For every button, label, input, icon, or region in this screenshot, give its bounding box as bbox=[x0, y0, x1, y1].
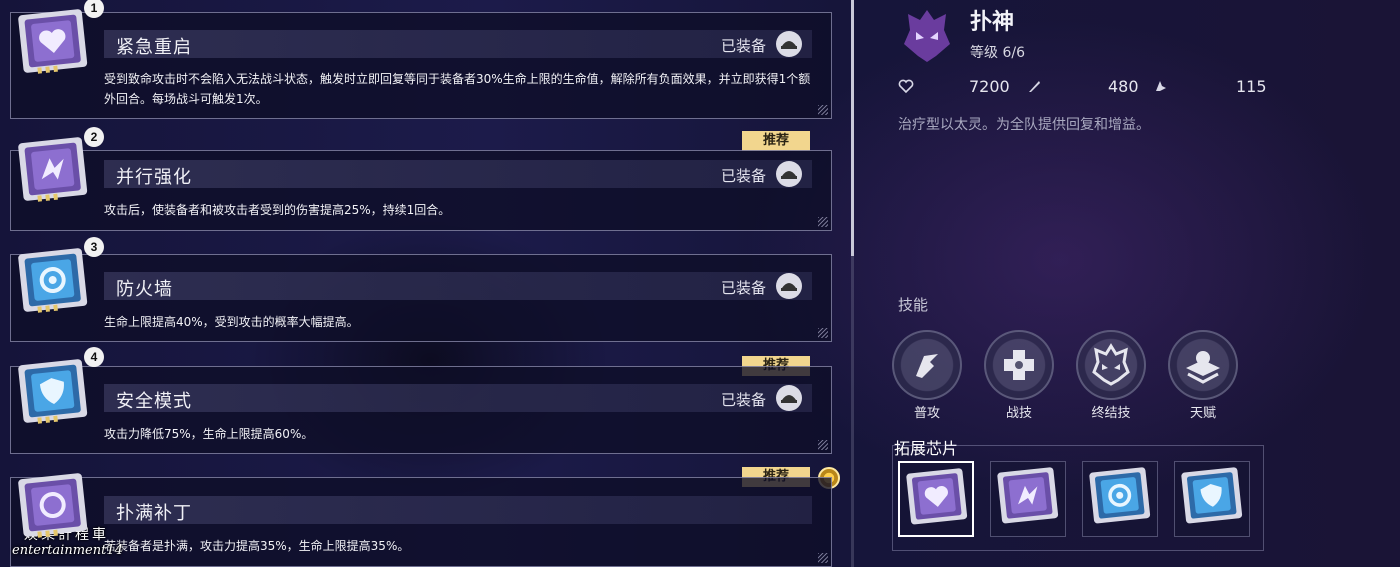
hp-icon bbox=[898, 78, 914, 94]
chip-name: 扑满补丁 bbox=[116, 503, 192, 524]
chip-name-bar: 防火墙 已装备 bbox=[104, 272, 812, 300]
ext-slot-firewall-chip-icon[interactable] bbox=[1082, 461, 1158, 537]
ultimate-mask-icon[interactable] bbox=[1076, 330, 1146, 400]
talent-icon[interactable] bbox=[1168, 330, 1238, 400]
shield-chip-icon[interactable] bbox=[11, 356, 95, 432]
equipped-status: 已装备 bbox=[720, 391, 766, 409]
attack-icon bbox=[1026, 78, 1042, 94]
heal-cross-icon[interactable] bbox=[984, 330, 1054, 400]
chip-description: 攻击力降低75%，生命上限提高60%。 bbox=[104, 427, 314, 441]
skill-label: 终结技 bbox=[1091, 406, 1131, 421]
skill-label: 战技 bbox=[1005, 406, 1032, 421]
chip-number-badge: 3 bbox=[84, 237, 104, 257]
recommend-tag: 推荐 bbox=[742, 131, 810, 151]
chip-name-bar: 紧急重启 已装备 bbox=[104, 30, 812, 58]
chip-name: 安全模式 bbox=[116, 391, 192, 412]
hp-value: 7200 bbox=[969, 77, 1010, 96]
unequip-icon[interactable] bbox=[776, 31, 802, 57]
ext-slot-boost-chip-icon[interactable] bbox=[990, 461, 1066, 537]
equipped-status: 已装备 bbox=[720, 279, 766, 297]
attack-value: 480 bbox=[1108, 77, 1139, 96]
unequip-icon[interactable] bbox=[776, 273, 802, 299]
character-panel: 扑神 等级 6/6 7200 480 115 治疗型以太灵。为全队提供回复和增益… bbox=[870, 0, 1400, 567]
chip-name-bar: 并行强化 已装备 bbox=[104, 160, 812, 188]
unequip-icon[interactable] bbox=[776, 385, 802, 411]
ext-slot-shield-chip-icon[interactable] bbox=[1174, 461, 1250, 537]
skill-label: 天赋 bbox=[1189, 406, 1216, 421]
character-name: 扑神 bbox=[970, 10, 1015, 35]
firewall-chip-icon[interactable] bbox=[11, 245, 95, 321]
chip-description: 若装备者是扑满，攻击力提高35%，生命上限提高35%。 bbox=[104, 539, 410, 553]
chip-number-badge: 2 bbox=[84, 127, 104, 147]
boost-chip-icon[interactable] bbox=[11, 134, 95, 210]
character-description: 治疗型以太灵。为全队提供回复和增益。 bbox=[898, 117, 1150, 133]
speed-value: 115 bbox=[1236, 77, 1267, 96]
character-level: 等级 6/6 bbox=[970, 45, 1025, 61]
chip-number-badge: 4 bbox=[84, 347, 104, 367]
equipped-status: 已装备 bbox=[720, 167, 766, 185]
patch-chip-icon[interactable] bbox=[11, 470, 95, 546]
skill-label: 普攻 bbox=[913, 406, 940, 421]
chip-description: 生命上限提高40%，受到攻击的概率大幅提高。 bbox=[104, 315, 359, 329]
chip-description: 受到致命攻击时不会陷入无法战斗状态，触发时立即回复等同于装备者30%生命上限的生… bbox=[104, 72, 811, 106]
chip-name: 并行强化 bbox=[116, 167, 192, 188]
basic-attack-icon[interactable] bbox=[892, 330, 962, 400]
equipped-status: 已装备 bbox=[720, 37, 766, 55]
unequip-icon[interactable] bbox=[776, 161, 802, 187]
chip-name-bar: 扑满补丁 bbox=[104, 496, 812, 524]
scrollbar-thumb[interactable] bbox=[851, 0, 854, 256]
chip-name: 防火墙 bbox=[116, 279, 173, 300]
skills-title: 技能 bbox=[898, 296, 929, 314]
chip-name-bar: 安全模式 已装备 bbox=[104, 384, 812, 412]
ext-slot-heart-chip-icon[interactable] bbox=[898, 461, 974, 537]
character-mask-icon bbox=[896, 4, 958, 66]
chip-description: 攻击后，使装备者和被攻击者受到的伤害提高25%，持续1回合。 bbox=[104, 203, 451, 217]
chip-name: 紧急重启 bbox=[116, 37, 192, 58]
speed-icon bbox=[1152, 78, 1168, 94]
heart-chip-icon[interactable] bbox=[11, 6, 95, 82]
